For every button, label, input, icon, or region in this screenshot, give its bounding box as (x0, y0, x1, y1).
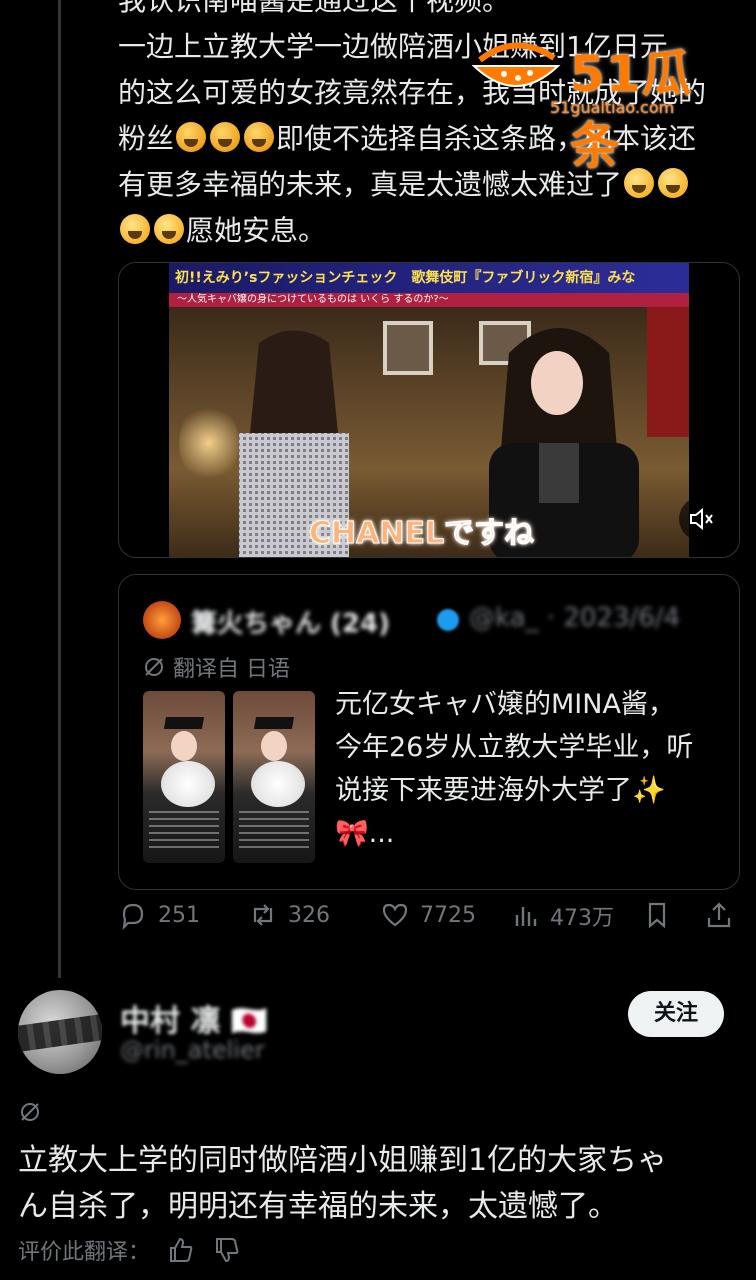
loudly-crying-emoji-icon (154, 214, 184, 244)
post-line-4-text: 粉丝 (118, 122, 175, 155)
video-frame[interactable]: 初!!えみりʼsファッションチェック 歌舞伎町『ファブリック新宿』みな ～人気キ… (169, 263, 689, 557)
quoted-post[interactable]: 篝火ちゃん (24) @ka_ · 2023/6/4 翻译自 日语 元亿女キャバ… (118, 574, 740, 890)
watermelon-logo-icon (471, 42, 561, 87)
bookmark-button[interactable] (642, 900, 672, 930)
like-count: 7725 (420, 902, 476, 928)
crying-cat-emoji-icon (244, 122, 275, 152)
translation-label: 翻译自 日语 (173, 657, 290, 682)
post-line-1: 我认识南喵酱是通过这个视频。 (118, 0, 511, 17)
quoted-line: 说接下来要进海外大学了✨ (335, 775, 666, 806)
post-line-6-text: 愿她安息。 (186, 214, 327, 247)
thread-connector-line (58, 0, 61, 978)
post-line-6: 愿她安息。 (118, 208, 738, 254)
crying-cat-emoji-icon (176, 122, 207, 152)
bookmark-icon (648, 902, 666, 929)
reply-line: 立教大上学的同时做陪酒小姐赚到1亿的大家ちゃ (18, 1143, 668, 1178)
loudly-crying-emoji-icon (120, 214, 150, 244)
reply-count: 251 (158, 902, 200, 928)
share-button[interactable] (704, 900, 734, 930)
repost-icon (253, 904, 273, 926)
reply-text: 立教大上学的同时做陪酒小姐赚到1亿的大家ちゃ ん自杀了，明明还有幸福的未来，太遗… (18, 1138, 742, 1230)
quoted-post-text: 元亿女キャバ嬢的MINA酱， 今年26岁从立教大学毕业，听 说接下来要进海外大学… (335, 683, 725, 855)
reply-author-avatar[interactable] (18, 990, 102, 1074)
heart-icon (382, 903, 408, 927)
thumbs-up-icon[interactable] (166, 1235, 196, 1265)
views-button[interactable]: 473万 (510, 900, 614, 932)
share-icon (707, 902, 731, 928)
like-button[interactable]: 7725 (380, 900, 476, 930)
quoted-author-avatar[interactable] (143, 601, 181, 639)
app-screen: 我认识南喵酱是通过这个视频。 一边上立教大学一边做陪酒小姐赚到1亿日元 的这么可… (0, 0, 756, 1280)
quoted-line: 元亿女キャバ嬢的MINA酱， (335, 689, 675, 720)
view-count: 473万 (550, 906, 614, 931)
rate-translation-label: 评价此翻译： (18, 1240, 151, 1265)
globe-slash-icon (145, 658, 163, 676)
verified-badge-icon (437, 609, 459, 631)
watermark-url: 51gualtiao.com (550, 98, 675, 117)
quoted-image-thumbnail[interactable] (143, 691, 225, 863)
site-watermark: 51瓜条 51gualtiao.com (470, 28, 738, 175)
reply-button[interactable]: 251 (118, 900, 200, 930)
translation-note: 翻译自 日语 (143, 651, 290, 683)
video-caption: CHANELですね (308, 516, 535, 552)
globe-slash-icon (21, 1103, 39, 1121)
post-line-5-text: 有更多幸福的未来，真是太遗憾太难过了 (118, 168, 623, 201)
embedded-video[interactable]: 初!!えみりʼsファッションチェック 歌舞伎町『ファブリック新宿』みな ～人気キ… (118, 262, 740, 558)
post-action-bar: 251 326 7725 473万 (118, 900, 738, 944)
video-title-banner: 初!!えみりʼsファッションチェック 歌舞伎町『ファブリック新宿』みな (169, 263, 689, 293)
mute-button[interactable] (679, 497, 723, 541)
bar-chart-icon (515, 907, 537, 926)
video-subtitle-banner: ～人気キャバ嬢の身につけているものは いくら するのか?～ (169, 293, 689, 307)
wall-picture (383, 321, 433, 375)
quoted-author-handle: @ka_ · 2023/6/4 (469, 603, 681, 633)
quoted-author-name[interactable]: 篝火ちゃん (24) (191, 603, 390, 640)
reply-author-handle: @rin_atelier (120, 1036, 265, 1064)
red-door (647, 307, 689, 437)
quoted-line: 今年26岁从立教大学毕业，听 (335, 732, 694, 763)
reply-bubble-icon (122, 903, 144, 930)
quoted-line: 🎀... (335, 818, 395, 849)
rate-translation-row: 评价此翻译： (18, 1234, 242, 1266)
reply-author-name[interactable]: 中村 凛 🇯🇵 (120, 996, 268, 1040)
reply-line: ん自杀了，明明还有幸福的未来，太遗憾了。 (18, 1189, 618, 1224)
crying-cat-emoji-icon (210, 122, 241, 152)
quoted-image-thumbnail[interactable] (233, 691, 315, 863)
repost-count: 326 (288, 902, 330, 928)
repost-button[interactable]: 326 (248, 900, 330, 930)
speaker-muted-icon (690, 507, 713, 531)
thumbs-down-icon[interactable] (212, 1235, 242, 1265)
follow-button[interactable]: 关注 (628, 991, 724, 1037)
